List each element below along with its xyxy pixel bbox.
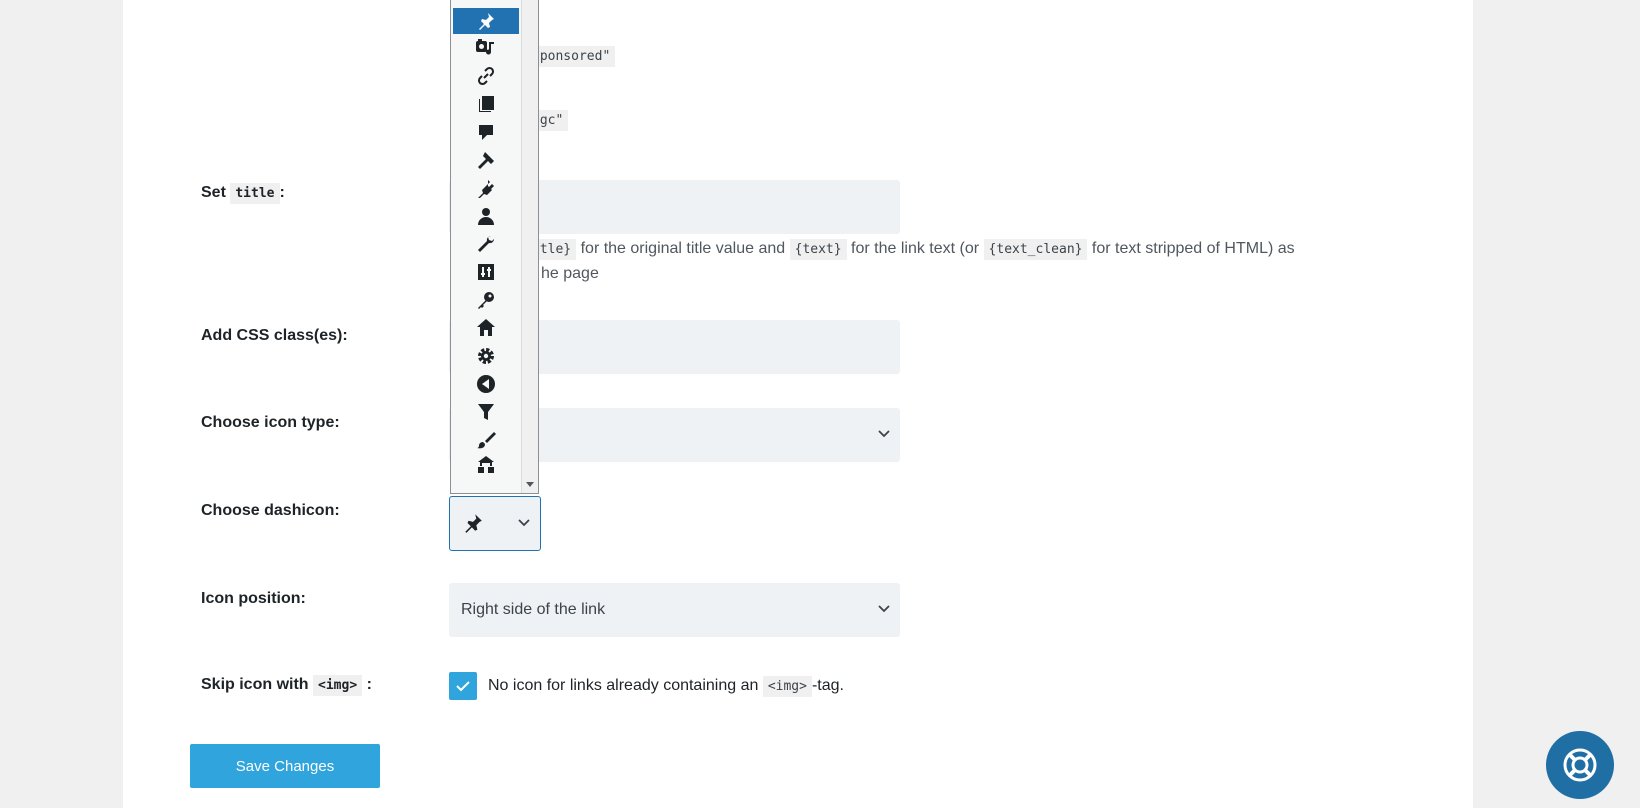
chevron-down-icon (518, 519, 530, 527)
icon-position-value: Right side of the link (461, 601, 606, 618)
skip-img-label: Skip icon with <img> : (201, 675, 372, 696)
dashicon-option-sliders[interactable] (453, 259, 519, 285)
dashicon-option-networking[interactable] (453, 455, 519, 475)
gear-icon (478, 348, 494, 364)
link-icon (477, 66, 495, 86)
filter-icon (478, 404, 494, 420)
dashicon-option-format-audio[interactable] (453, 35, 519, 61)
title-label: Set title: (201, 183, 285, 204)
skip-img-description: No icon for links already containing an … (488, 676, 844, 697)
dashicon-option-back[interactable] (453, 371, 519, 397)
dashicon-dropdown-list[interactable] (450, 0, 539, 494)
dashicon-option-filter[interactable] (453, 399, 519, 425)
networking-icon (478, 456, 494, 473)
format-audio-icon (476, 39, 494, 55)
icon-position-select[interactable]: Right side of the link (449, 583, 900, 637)
dashicon-option-pin[interactable] (453, 8, 519, 34)
dashicon-option-user[interactable] (453, 203, 519, 229)
sliders-icon (478, 264, 494, 280)
home-icon (477, 319, 495, 336)
dashicon-option-paintbrush[interactable] (453, 427, 519, 453)
dashicon-option-home[interactable] (453, 315, 519, 341)
chevron-down-icon (878, 605, 890, 613)
chevron-down-icon (878, 430, 890, 438)
plugin-icon (478, 180, 494, 198)
hammer-icon (478, 152, 494, 169)
tools-icon (478, 235, 495, 252)
icon-position-label: Icon position: (201, 590, 306, 607)
dashicon-label: Choose dashicon: (201, 502, 340, 519)
dashicon-option-tools[interactable] (453, 231, 519, 257)
pin-icon (479, 13, 494, 30)
skip-img-checkbox[interactable] (449, 672, 477, 700)
help-button[interactable] (1546, 731, 1614, 799)
title-help-line2: he page (541, 265, 599, 282)
user-icon (478, 208, 494, 225)
pin-icon (462, 512, 484, 534)
key-icon (478, 292, 494, 309)
back-arrow-icon (477, 375, 495, 393)
dashicon-option-comment[interactable] (453, 119, 519, 145)
paintbrush-icon (477, 432, 496, 449)
dropdown-scrollbar[interactable] (521, 0, 538, 493)
dashicon-option-key[interactable] (453, 287, 519, 313)
dashicon-option-link[interactable] (453, 63, 519, 89)
dashicon-select[interactable] (449, 496, 541, 551)
scroll-down-arrow-icon[interactable] (526, 482, 534, 487)
checkmark-icon (456, 681, 470, 692)
dashicon-option-pages[interactable] (453, 91, 519, 117)
title-help-line1: itle} for the original title value and {… (527, 239, 1295, 260)
css-class-label: Add CSS class(es): (201, 327, 348, 344)
icon-type-label: Choose icon type: (201, 414, 340, 431)
comment-icon (479, 125, 493, 140)
dashicon-option-hammer[interactable] (453, 147, 519, 173)
dashicon-option-plugin[interactable] (453, 175, 519, 201)
dashicon-option-gear[interactable] (453, 343, 519, 369)
lifebuoy-icon (1563, 748, 1597, 782)
pages-icon (479, 96, 494, 112)
save-changes-button[interactable]: Save Changes (190, 744, 380, 788)
rel-sponsored-code: sponsored" (527, 46, 616, 67)
